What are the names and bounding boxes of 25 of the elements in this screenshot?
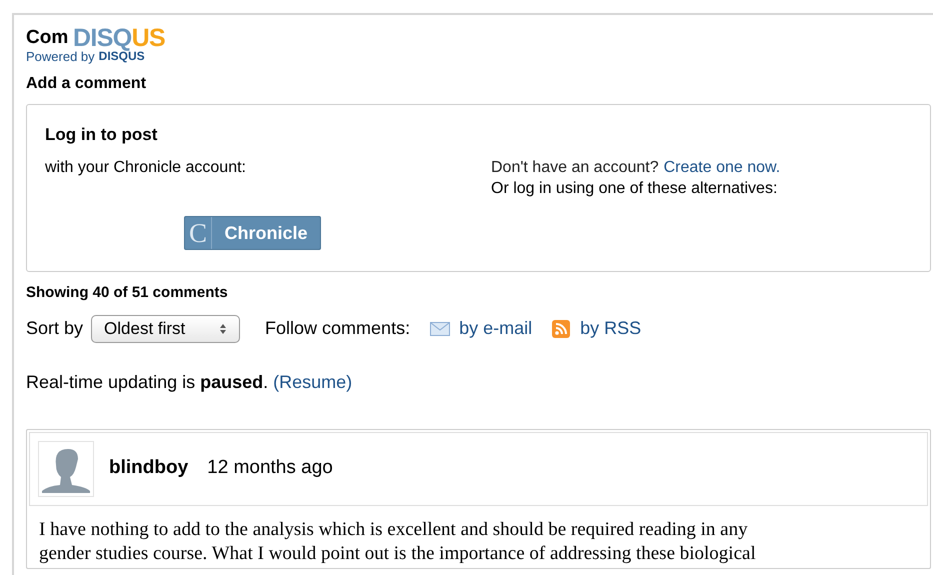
powered-by-text: Powered by [26,49,95,64]
login-title: Log in to post [45,124,158,146]
comment-text: I have nothing to add to the analysis which is excellent and should be required reading in any [39,518,749,542]
follow-label: Follow comments: [265,317,410,340]
alternatives-text: Or log in using one of these alternatives: [491,178,778,198]
sort-dropdown[interactable]: Oldest first [91,314,240,342]
status-text: Real-time updating is paused. [26,370,268,394]
email-follow-link[interactable]: by e-mail [459,315,532,342]
envelope-icon [430,322,450,336]
rss-follow-link[interactable]: by RSS [580,315,642,342]
comment-time: 12 months ago [207,456,333,480]
avatar [38,440,94,496]
resume-link[interactable]: (Resume) [273,368,352,396]
chronicle-login-button[interactable]: C Chronicle [184,216,321,250]
comment-text: gender studies course. What I would point out is the importance of addressing these biological [39,542,757,566]
account-prompt: Don't have an account? [491,158,659,178]
login-instructions: with your Chronicle account: [45,158,247,178]
create-account-link[interactable]: Create one now. [664,156,780,178]
section-title: Com [26,27,68,49]
rss-icon [552,320,570,338]
comment-author: blindboy [109,456,188,480]
stepper-icon [219,322,228,334]
comment-count: Showing 40 of 51 comments [26,283,229,303]
section-heading: Add a comment [26,74,148,94]
sort-label: Sort by [26,317,84,340]
